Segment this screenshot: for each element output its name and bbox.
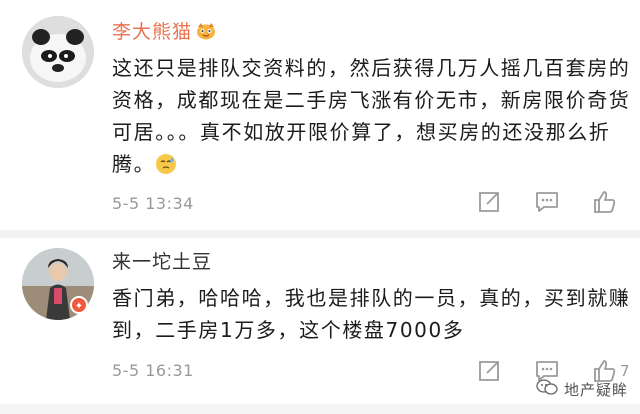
- like-icon[interactable]: [592, 189, 618, 215]
- next-comment-edge: [0, 404, 640, 414]
- comment-divider: [0, 230, 640, 238]
- username[interactable]: 李大熊猫: [112, 17, 216, 44]
- comment-text: 香门弟，哈哈哈，我也是排队的一员，真的，买到就赚到，二手房1万多，这个楼盘700…: [112, 286, 631, 342]
- comment-timestamp: 5-5 13:34: [112, 194, 194, 213]
- fan-emoji-icon: [196, 22, 216, 40]
- username-label: 来一坨土豆: [112, 251, 213, 273]
- comment-item: 李大熊猫 这还只是排队交资料的，然后获得几万人摇几百套房的资格，成都现在是二手房…: [0, 0, 640, 228]
- repost-icon[interactable]: [476, 189, 502, 215]
- verified-badge-icon: ✦: [70, 296, 88, 314]
- avatar[interactable]: [22, 16, 94, 88]
- comment-body: 这还只是排队交资料的，然后获得几万人摇几百套房的资格，成都现在是二手房飞涨有价无…: [112, 56, 631, 176]
- username-label: 李大熊猫: [112, 21, 193, 43]
- repost-icon[interactable]: [476, 358, 502, 384]
- wechat-icon: [536, 378, 558, 400]
- comment-icon[interactable]: [534, 189, 560, 215]
- watermark-text: 地产疑眸: [563, 380, 628, 399]
- comment-actions: [476, 189, 618, 215]
- username[interactable]: 来一坨土豆: [112, 247, 212, 274]
- watermark: 地产疑眸: [536, 378, 628, 400]
- sweat-face-emoji-icon: [155, 152, 177, 174]
- comment-timestamp: 5-5 16:31: [112, 361, 194, 380]
- comment-text: 这还只是排队交资料的，然后获得几万人摇几百套房的资格，成都现在是二手房飞涨有价无…: [112, 52, 632, 180]
